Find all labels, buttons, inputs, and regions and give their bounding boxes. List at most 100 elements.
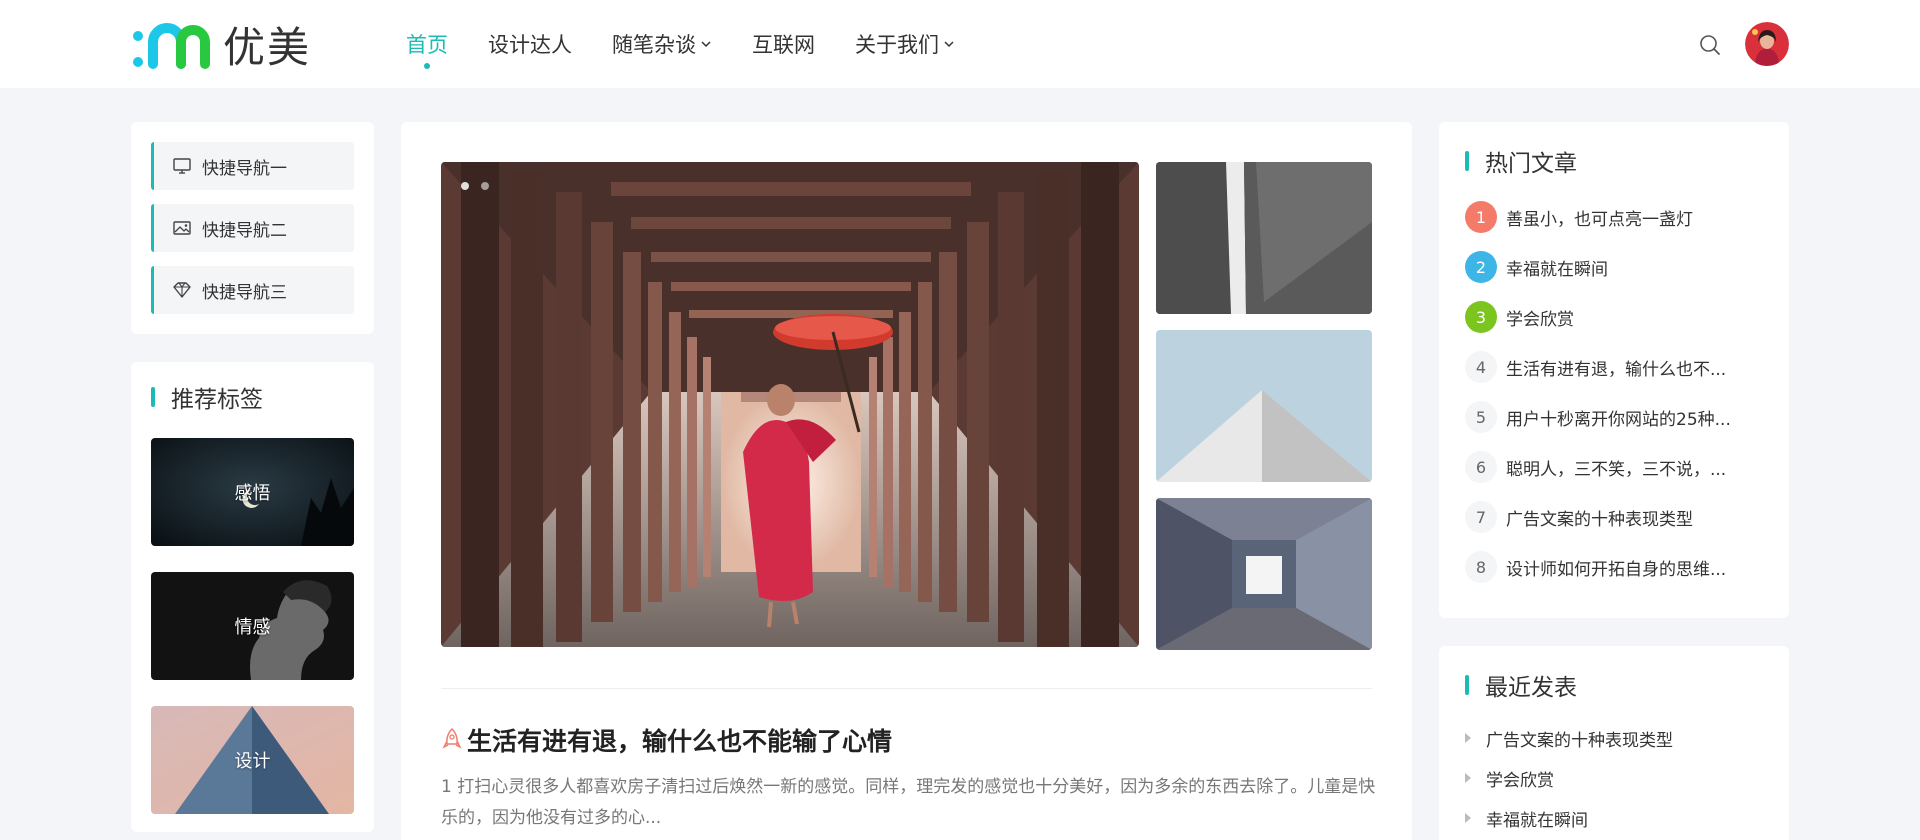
- nav-about[interactable]: 关于我们: [855, 29, 955, 59]
- hot-article-title: 聪明人，三不笑，三不说，...: [1506, 459, 1727, 480]
- hot-articles-list: 1 善虽小，也可点亮一盏灯 2 幸福就在瞬间 3 学会欣赏 4 生活有进有退，输…: [1465, 192, 1761, 592]
- nav-label: 设计达人: [488, 33, 572, 57]
- tag-tile-qinggan[interactable]: 情感: [151, 572, 354, 680]
- recent-post-item[interactable]: 幸福就在瞬间: [1465, 798, 1761, 838]
- image-icon: [173, 221, 191, 235]
- tag-tile-sheji[interactable]: 设计: [151, 706, 354, 814]
- chevron-down-icon: [701, 41, 711, 48]
- hot-article-title: 设计师如何开拓自身的思维...: [1506, 559, 1727, 580]
- section-title: 热门文章: [1465, 146, 1761, 177]
- section-title-text: 最近发表: [1485, 675, 1577, 701]
- rank-badge: 4: [1465, 351, 1497, 383]
- hot-article-item[interactable]: 5 用户十秒离开你网站的25种...: [1465, 392, 1761, 442]
- hot-article-title: 幸福就在瞬间: [1506, 259, 1608, 280]
- user-avatar[interactable]: [1745, 22, 1789, 66]
- caret-right-icon: [1465, 733, 1471, 743]
- rank-badge: 7: [1465, 501, 1497, 533]
- main-nav: 首页 设计达人 随笔杂谈 互联网 关于我们: [406, 0, 995, 88]
- monitor-icon: [173, 158, 191, 174]
- section-title-text: 热门文章: [1485, 151, 1577, 177]
- nav-label: 关于我们: [855, 33, 939, 57]
- thumb-architecture-2[interactable]: [1156, 330, 1372, 482]
- active-indicator: [424, 63, 430, 69]
- title-accent-bar: [1465, 675, 1469, 695]
- nav-home[interactable]: 首页: [406, 29, 448, 69]
- recommended-tags-card: 推荐标签 感悟 情感 设计: [131, 362, 374, 832]
- avatar-image: [1745, 22, 1789, 66]
- dark-building-image: [1156, 162, 1372, 314]
- tag-label: 感悟: [234, 483, 271, 504]
- passage-image: [1156, 498, 1372, 650]
- recent-post-item[interactable]: 广告文案的十种表现类型: [1465, 718, 1761, 758]
- thumb-architecture-1[interactable]: [1156, 162, 1372, 314]
- recent-post-title: 广告文案的十种表现类型: [1486, 730, 1673, 751]
- article-title[interactable]: 生活有进有退，输什么也不能输了心情: [441, 722, 892, 758]
- rank-badge: 2: [1465, 251, 1497, 283]
- section-title: 最近发表: [1465, 670, 1761, 701]
- carousel-pager: [461, 182, 501, 190]
- logo-mark-icon: [133, 23, 210, 69]
- carousel-dot[interactable]: [481, 182, 489, 190]
- title-accent-bar: [151, 387, 155, 407]
- top-header: 优美 首页 设计达人 随笔杂谈 互联网 关于我们: [0, 0, 1920, 88]
- nav-label: 随笔杂谈: [612, 33, 696, 57]
- section-title-text: 推荐标签: [171, 387, 263, 413]
- caret-right-icon: [1465, 813, 1471, 823]
- section-title: 推荐标签: [151, 382, 354, 413]
- brand-name: 优美: [223, 22, 312, 72]
- article-title-text: 生活有进有退，输什么也不能输了心情: [467, 727, 893, 756]
- hot-article-title: 学会欣赏: [1506, 309, 1574, 330]
- hot-articles-card: 热门文章 1 善虽小，也可点亮一盏灯 2 幸福就在瞬间 3 学会欣赏 4 生活有…: [1439, 122, 1789, 618]
- main-content-card: 生活有进有退，输什么也不能输了心情 1 打扫心灵很多人都喜欢房子清扫过后焕然一新…: [401, 122, 1412, 840]
- quick-nav-card: 快捷导航一 快捷导航二 快捷导航三: [131, 122, 374, 334]
- site-logo[interactable]: 优美: [131, 14, 311, 74]
- hot-article-item[interactable]: 8 设计师如何开拓自身的思维...: [1465, 542, 1761, 592]
- hot-article-item[interactable]: 4 生活有进有退，输什么也不...: [1465, 342, 1761, 392]
- rank-badge: 8: [1465, 551, 1497, 583]
- quick-nav-item-1[interactable]: 快捷导航一: [151, 142, 354, 190]
- nav-internet[interactable]: 互联网: [752, 29, 815, 59]
- quick-nav-item-2[interactable]: 快捷导航二: [151, 204, 354, 252]
- nav-designers[interactable]: 设计达人: [488, 29, 572, 59]
- nav-label: 首页: [406, 33, 448, 57]
- recent-post-item[interactable]: 学会欣赏: [1465, 758, 1761, 798]
- corridor-monk-image: [441, 162, 1139, 647]
- chevron-down-icon: [944, 41, 954, 48]
- tower-sky-image: [1156, 330, 1372, 482]
- nav-essays[interactable]: 随笔杂谈: [612, 29, 712, 59]
- quick-nav-label: 快捷导航二: [202, 220, 287, 241]
- nav-label: 互联网: [752, 33, 815, 57]
- recent-posts-list: 广告文案的十种表现类型 学会欣赏 幸福就在瞬间: [1465, 718, 1761, 838]
- hot-article-title: 善虽小，也可点亮一盏灯: [1506, 209, 1693, 230]
- quick-nav-label: 快捷导航一: [202, 158, 287, 179]
- quick-nav-item-3[interactable]: 快捷导航三: [151, 266, 354, 314]
- divider: [441, 688, 1372, 689]
- caret-right-icon: [1465, 773, 1471, 783]
- rocket-icon: [442, 727, 462, 749]
- hot-article-title: 生活有进有退，输什么也不...: [1506, 359, 1727, 380]
- title-accent-bar: [1465, 151, 1469, 171]
- rank-badge: 3: [1465, 301, 1497, 333]
- rank-badge: 6: [1465, 451, 1497, 483]
- rank-badge: 1: [1465, 201, 1497, 233]
- recent-post-title: 学会欣赏: [1486, 770, 1554, 791]
- hero-carousel[interactable]: [441, 162, 1139, 647]
- diamond-icon: [173, 282, 191, 298]
- hot-article-item[interactable]: 6 聪明人，三不笑，三不说，...: [1465, 442, 1761, 492]
- recent-posts-card: 最近发表 广告文案的十种表现类型 学会欣赏 幸福就在瞬间: [1439, 646, 1789, 840]
- hot-article-title: 广告文案的十种表现类型: [1506, 509, 1693, 530]
- hot-article-title: 用户十秒离开你网站的25种...: [1506, 409, 1731, 430]
- carousel-dot-active[interactable]: [461, 182, 469, 190]
- hot-article-item[interactable]: 7 广告文案的十种表现类型: [1465, 492, 1761, 542]
- rank-badge: 5: [1465, 401, 1497, 433]
- tag-tile-ganwu[interactable]: 感悟: [151, 438, 354, 546]
- hot-article-item[interactable]: 1 善虽小，也可点亮一盏灯: [1465, 192, 1761, 242]
- quick-nav-label: 快捷导航三: [202, 282, 287, 303]
- hot-article-item[interactable]: 2 幸福就在瞬间: [1465, 242, 1761, 292]
- article-excerpt: 1 打扫心灵很多人都喜欢房子清扫过后焕然一新的感觉。同样，理完发的感觉也十分美好…: [441, 777, 1376, 828]
- hot-article-item[interactable]: 3 学会欣赏: [1465, 292, 1761, 342]
- tag-label: 设计: [234, 751, 271, 772]
- search-icon[interactable]: [1698, 33, 1722, 57]
- recent-post-title: 幸福就在瞬间: [1486, 810, 1588, 831]
- thumb-architecture-3[interactable]: [1156, 498, 1372, 650]
